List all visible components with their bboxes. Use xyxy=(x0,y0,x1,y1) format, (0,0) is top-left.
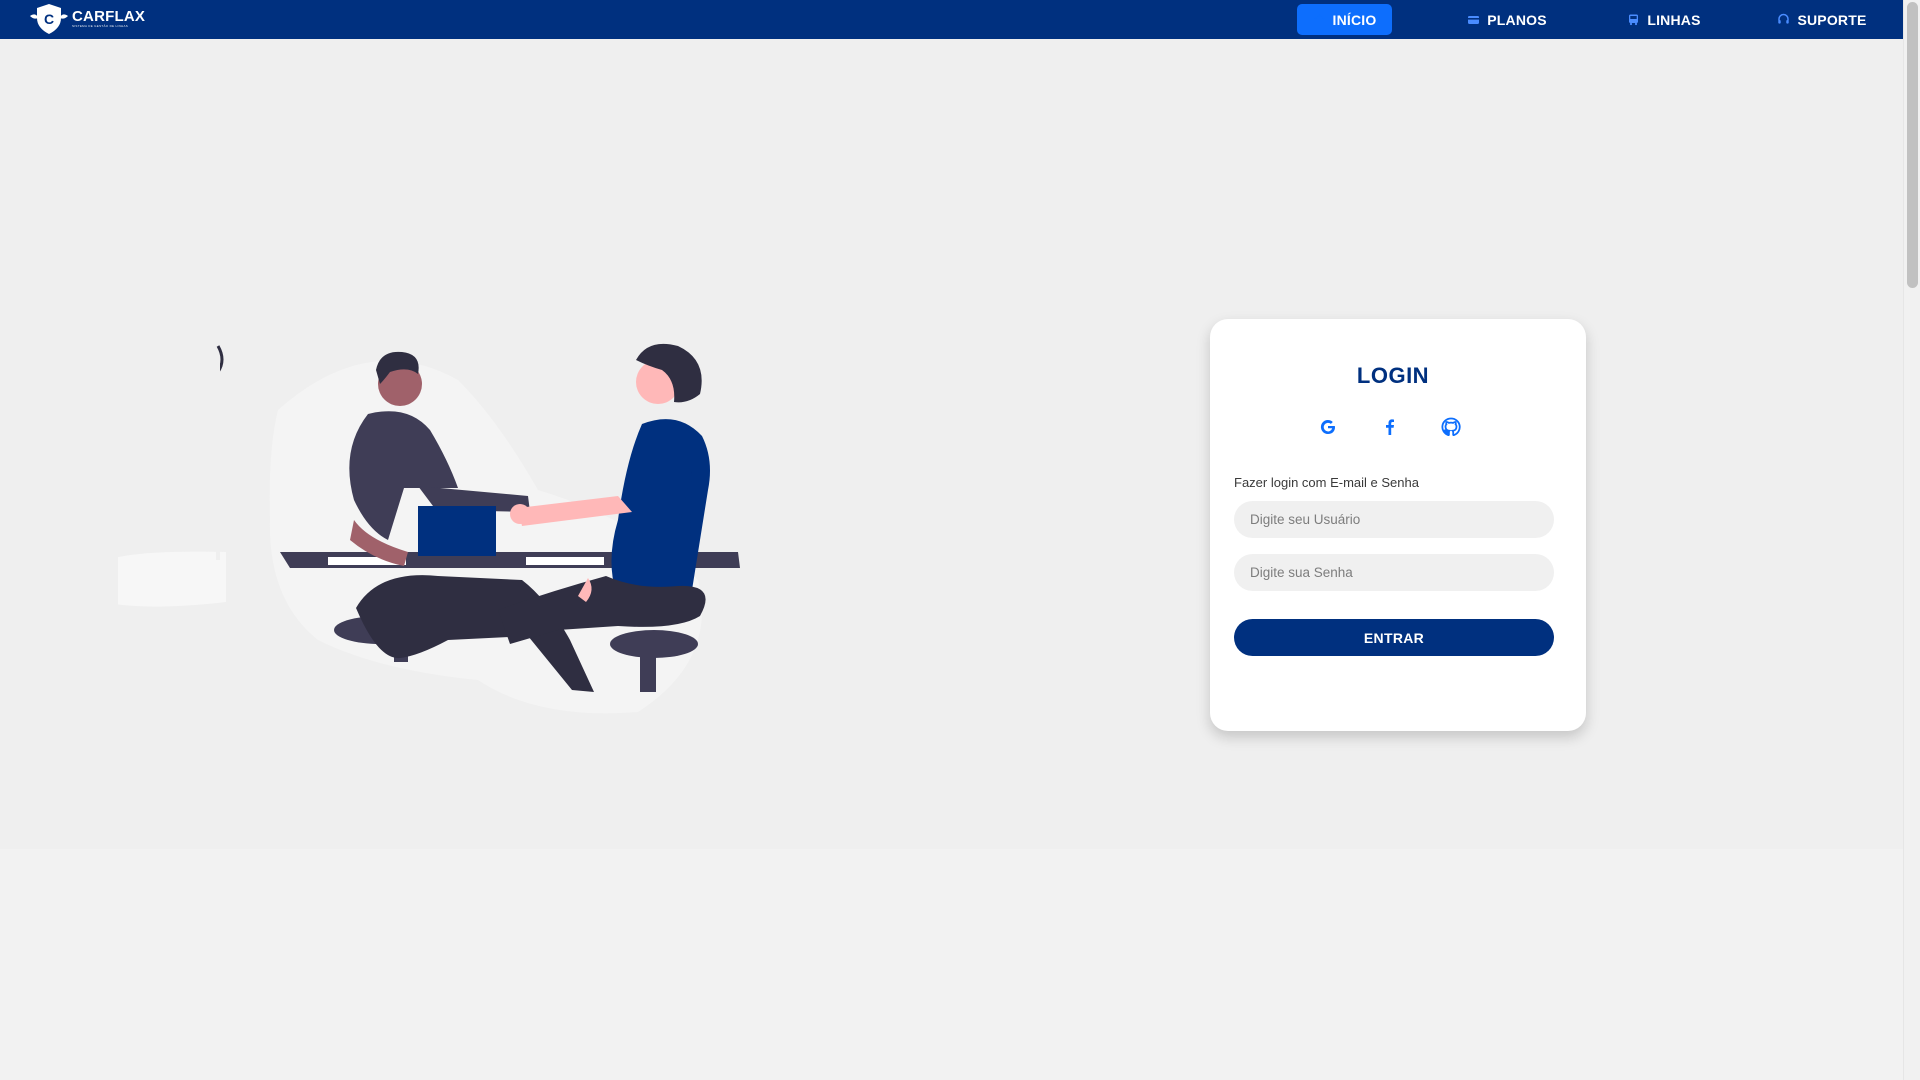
nav-suporte-label: SUPORTE xyxy=(1797,11,1867,28)
nav-linhas[interactable]: LINHAS xyxy=(1604,4,1724,35)
google-icon xyxy=(1318,417,1338,442)
github-icon xyxy=(1441,417,1461,442)
login-title: LOGIN xyxy=(1356,363,1430,388)
login-submit-button[interactable]: ENTRAR xyxy=(1234,619,1554,656)
top-navbar: C CARFLAX SISTEMA DE GESTÃO DE LINHAS IN… xyxy=(0,0,1903,39)
nav-suporte[interactable]: SUPORTE xyxy=(1756,4,1888,35)
bus-icon xyxy=(1627,13,1640,26)
scrollbar-thumb[interactable] xyxy=(1907,2,1918,288)
nav-inicio[interactable]: INÍCIO xyxy=(1297,4,1392,35)
nav-planos[interactable]: PLANOS xyxy=(1447,4,1567,35)
headset-icon xyxy=(1777,13,1790,26)
nav-linhas-label: LINHAS xyxy=(1647,11,1701,28)
facebook-icon xyxy=(1380,417,1400,442)
home-icon xyxy=(1313,13,1326,26)
handshake-illustration xyxy=(114,340,758,720)
nav-inicio-label: INÍCIO xyxy=(1332,11,1377,28)
shield-logo-icon: C xyxy=(28,2,70,36)
github-login-button[interactable] xyxy=(1439,417,1463,441)
brand-name: CARFLAX xyxy=(72,8,146,25)
brand-logo[interactable]: C CARFLAX SISTEMA DE GESTÃO DE LINHAS xyxy=(28,2,145,36)
facebook-login-button[interactable] xyxy=(1378,417,1402,441)
page-scrollbar[interactable] xyxy=(1903,0,1920,1080)
google-login-button[interactable] xyxy=(1316,417,1340,441)
login-form-label: Fazer login com E-mail e Senha xyxy=(1234,475,1419,490)
card-icon xyxy=(1467,13,1480,26)
password-input[interactable] xyxy=(1234,554,1554,591)
username-input[interactable] xyxy=(1234,501,1554,538)
login-card: LOGIN Fazer login com E-mail e Senha ENT… xyxy=(1210,319,1586,731)
nav-planos-label: PLANOS xyxy=(1487,11,1547,28)
svg-text:C: C xyxy=(44,11,54,27)
brand-tagline: SISTEMA DE GESTÃO DE LINHAS xyxy=(72,24,129,28)
